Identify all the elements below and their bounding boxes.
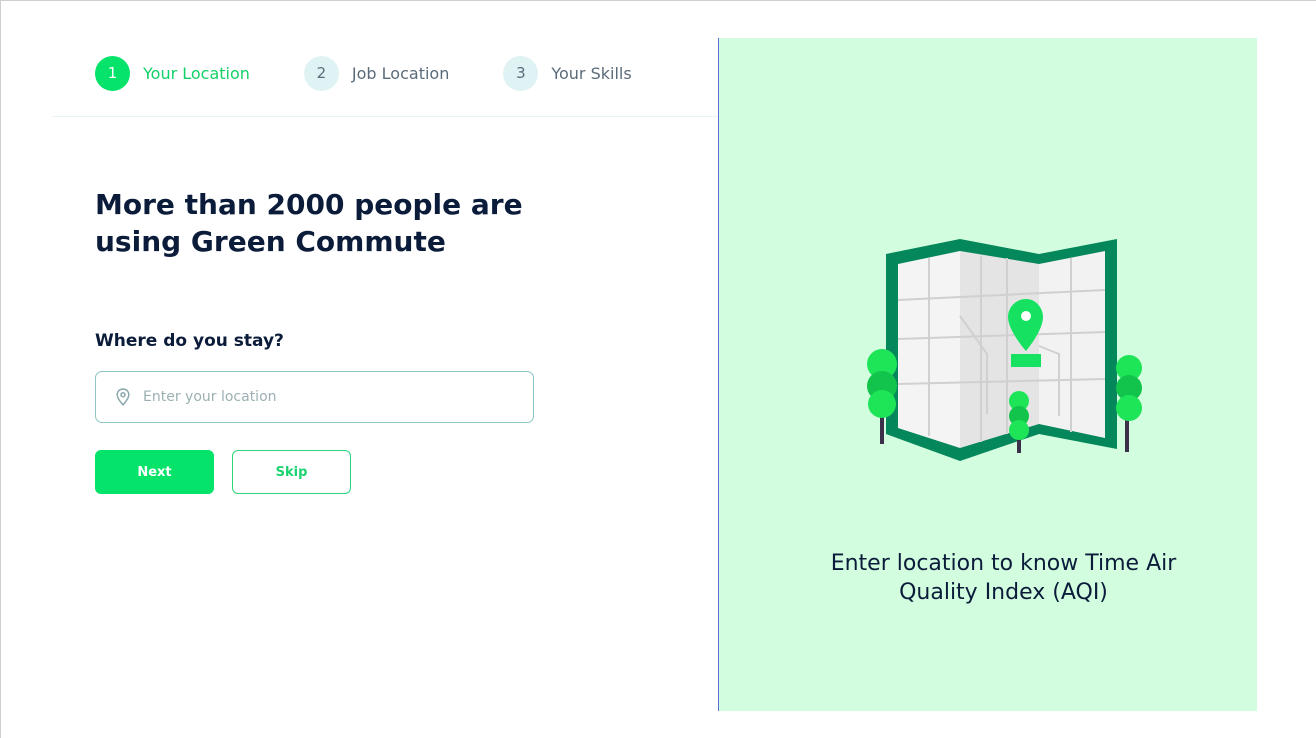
location-question: Where do you stay? bbox=[95, 331, 284, 351]
aqi-caption: Enter location to know Time Air Quality … bbox=[830, 551, 1177, 605]
next-button[interactable]: Next bbox=[95, 450, 214, 494]
location-input[interactable] bbox=[143, 389, 503, 405]
stepper: 1 Your Location 2 Job Location 3 Your Sk… bbox=[95, 55, 686, 91]
location-field[interactable] bbox=[95, 371, 534, 423]
step-label: Your Location bbox=[143, 63, 250, 83]
stepper-divider bbox=[52, 116, 718, 117]
step-your-skills[interactable]: 3 Your Skills bbox=[503, 55, 632, 91]
illustration-panel: Enter location to know Time Air Quality … bbox=[718, 38, 1257, 711]
skip-button[interactable]: Skip bbox=[232, 450, 351, 494]
step-number: 3 bbox=[503, 55, 539, 91]
step-your-location[interactable]: 1 Your Location bbox=[95, 55, 250, 91]
step-number: 2 bbox=[303, 55, 339, 91]
location-pin-icon bbox=[116, 388, 130, 406]
step-job-location[interactable]: 2 Job Location bbox=[303, 55, 450, 91]
folded-map-with-pin-icon bbox=[867, 239, 1142, 461]
step-number: 1 bbox=[95, 55, 130, 91]
step-label: Job Location bbox=[351, 63, 450, 83]
page-headline: More than 2000 people are using Green Co… bbox=[95, 188, 523, 258]
step-label: Your Skills bbox=[551, 63, 632, 83]
